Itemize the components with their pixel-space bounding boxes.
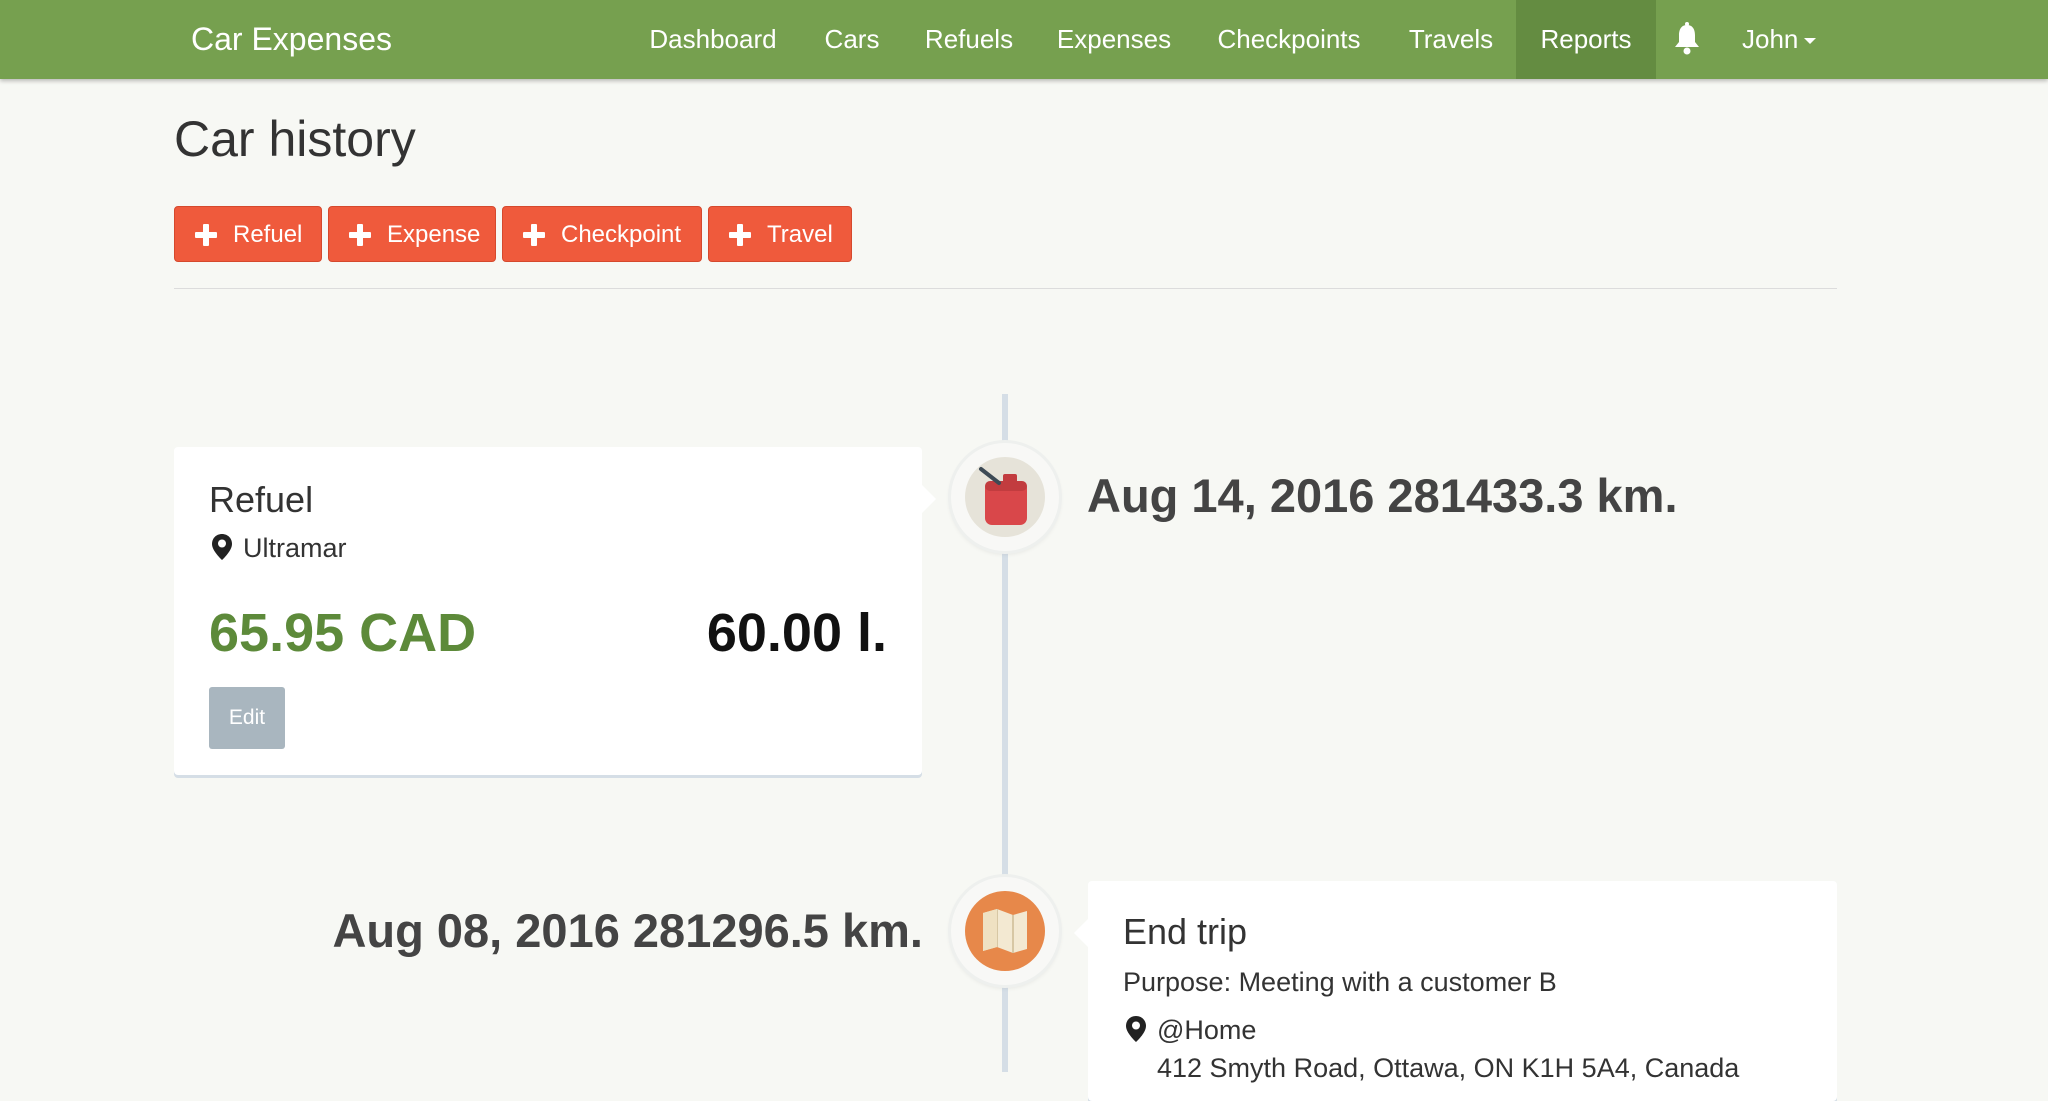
card-title: End trip: [1123, 911, 1248, 952]
nav-expenses[interactable]: Expenses: [1044, 0, 1184, 79]
timeline-date: Aug 08, 2016 281296.5 km.: [332, 904, 923, 957]
chevron-down-icon: [1804, 38, 1817, 45]
nav-dashboard[interactable]: Dashboard: [630, 0, 796, 79]
divider: [174, 288, 1837, 289]
nav-refuels[interactable]: Refuels: [910, 0, 1028, 79]
timeline-date: Aug 14, 2016 281433.3 km.: [1087, 469, 1678, 522]
fuel-can-icon: [951, 443, 1059, 551]
refuel-card: Refuel Ultramar 65.95 CAD 60.00 l. Edit: [174, 447, 936, 775]
map-pin-icon: [1125, 1015, 1147, 1043]
trip-address: 412 Smyth Road, Ottawa, ON K1H 5A4, Cana…: [1157, 1053, 1740, 1083]
brand-logo[interactable]: Car Expenses: [191, 0, 392, 79]
add-travel-button[interactable]: Travel: [708, 206, 852, 262]
user-name: John: [1742, 24, 1799, 54]
plus-icon: [729, 224, 751, 246]
card-title: Refuel: [209, 479, 314, 520]
end-trip-card: End trip Purpose: Meeting with a custome…: [1074, 881, 1837, 1101]
trip-location: @Home: [1157, 1015, 1257, 1045]
add-refuel-button[interactable]: Refuel: [174, 206, 322, 262]
map-icon: [951, 877, 1059, 985]
refuel-volume: 60.00 l.: [706, 603, 887, 663]
nav-travels[interactable]: Travels: [1396, 0, 1506, 79]
plus-icon: [523, 224, 545, 246]
top-navbar: Car Expenses Dashboard Cars Refuels Expe…: [0, 0, 2048, 79]
add-expense-button[interactable]: Expense: [328, 206, 496, 262]
trip-purpose: Purpose: Meeting with a customer B: [1123, 967, 1557, 997]
refuel-location: Ultramar: [243, 533, 347, 563]
refuel-amount: 65.95 CAD: [209, 603, 477, 663]
map-pin-icon: [211, 533, 233, 561]
card-pointer: [922, 485, 936, 513]
user-menu[interactable]: John: [1742, 0, 1817, 79]
nav-checkpoints[interactable]: Checkpoints: [1204, 0, 1374, 79]
nav-reports[interactable]: Reports: [1516, 0, 1656, 79]
add-checkpoint-button[interactable]: Checkpoint: [502, 206, 702, 262]
add-refuel-label: Refuel: [233, 221, 303, 248]
edit-button[interactable]: Edit: [209, 687, 285, 749]
add-checkpoint-label: Checkpoint: [561, 221, 682, 248]
add-expense-label: Expense: [387, 221, 481, 248]
page-title: Car history: [174, 111, 416, 167]
plus-icon: [349, 224, 371, 246]
nav-cars[interactable]: Cars: [808, 0, 896, 79]
card-pointer: [1074, 919, 1088, 947]
bell-icon[interactable]: [1672, 22, 1702, 56]
plus-icon: [195, 224, 217, 246]
add-travel-label: Travel: [767, 221, 833, 248]
